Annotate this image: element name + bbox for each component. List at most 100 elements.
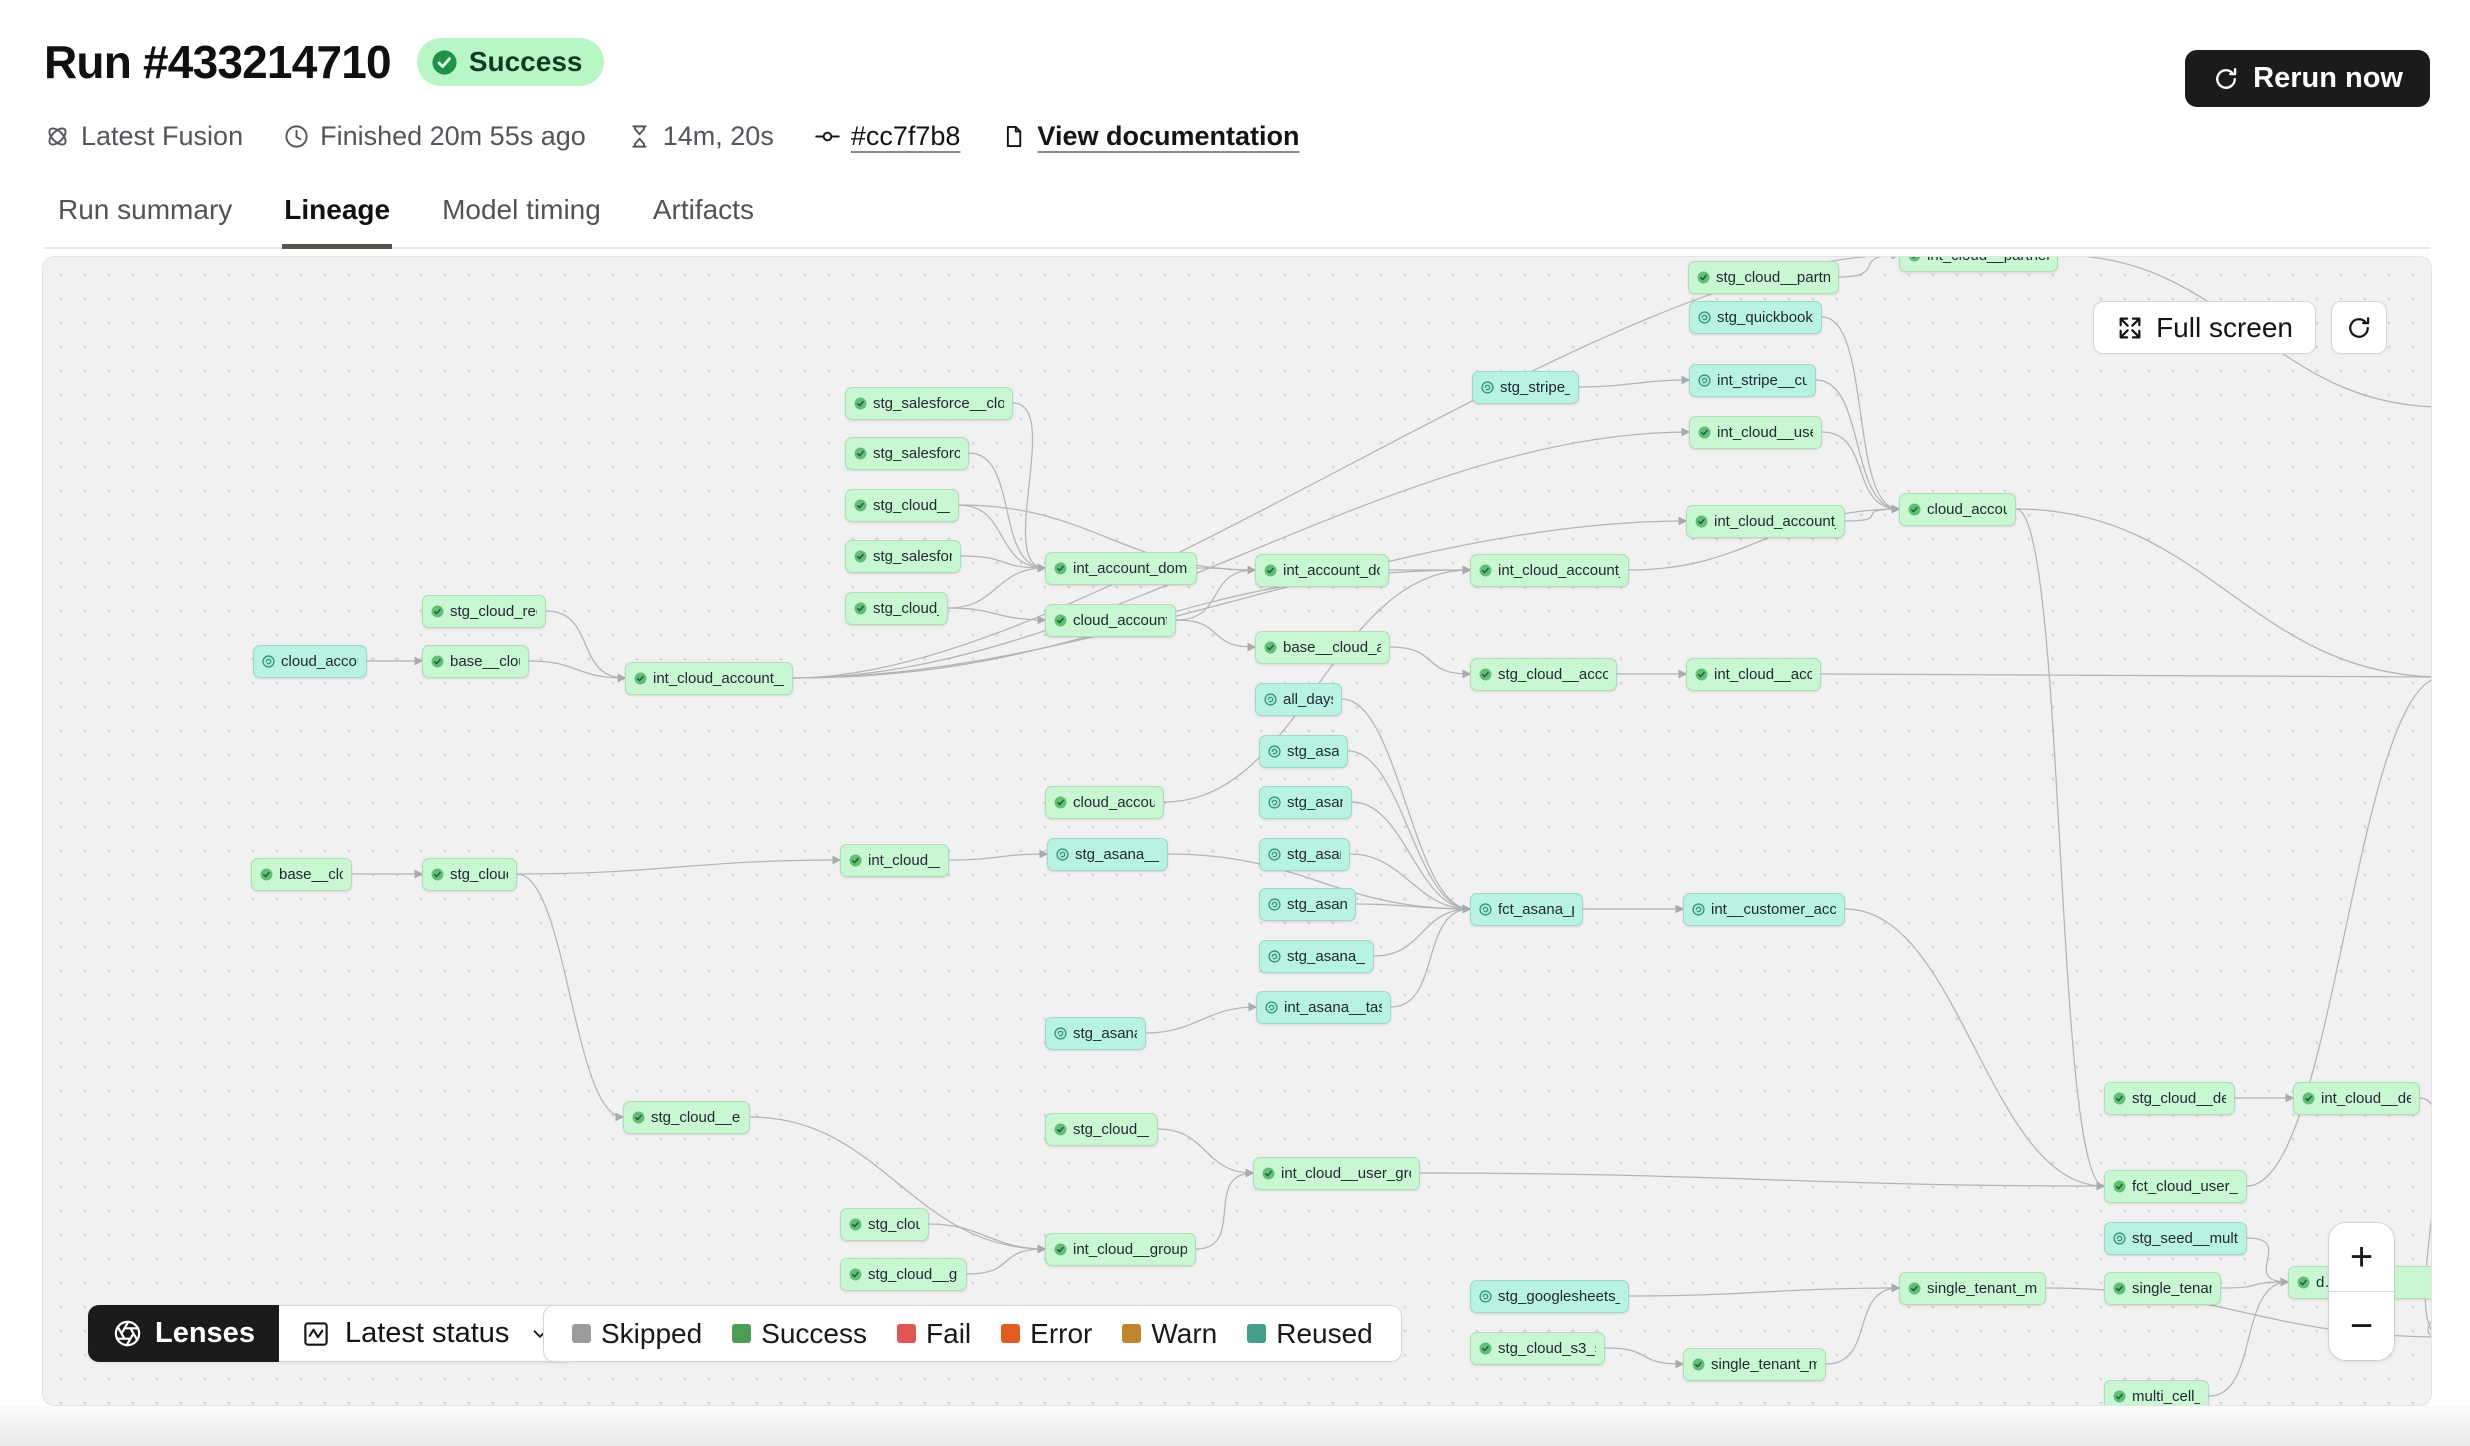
graph-node-label: stg_cloud__us… [1073, 1121, 1149, 1138]
lens-status-dropdown[interactable]: Latest status [279, 1305, 574, 1362]
graph-node-label: int_cloud_account_ma… [1714, 513, 1836, 530]
commit-link[interactable]: #cc7f7b8 [814, 121, 961, 152]
graph-node[interactable]: stg_asana__… [1259, 888, 1356, 921]
legend-swatch [1247, 1324, 1266, 1343]
node-success-icon [1054, 1243, 1067, 1256]
duration-label: 14m, 20s [663, 121, 774, 152]
graph-node[interactable]: base__clou… [251, 858, 352, 891]
graph-node[interactable]: all_days [1255, 683, 1342, 716]
graph-node[interactable]: int_cloud_account__m… [625, 662, 793, 695]
graph-node[interactable]: stg_salesforce… [845, 540, 961, 573]
node-success-icon [854, 602, 867, 615]
graph-node[interactable]: stg_cloud_… [840, 1208, 929, 1241]
graph-node[interactable]: stg_cloud__us… [845, 489, 959, 522]
graph-node[interactable]: stg_cloud__accounts… [1470, 658, 1617, 691]
graph-node-label: stg_asana__… [1287, 896, 1347, 913]
graph-node[interactable]: int_account_dom… [1255, 554, 1389, 587]
graph-node[interactable]: int_account_domain… [1045, 552, 1197, 585]
graph-node-label: stg_cloud__us… [873, 497, 950, 514]
graph-node[interactable]: cloud_account… [1045, 786, 1164, 819]
graph-node[interactable]: base__cloud_acco… [1255, 631, 1390, 664]
graph-node-label: stg_cloud__… [450, 866, 508, 883]
graph-node[interactable]: cloud_accounts_… [1045, 604, 1176, 637]
full-screen-icon [2116, 314, 2144, 342]
graph-node[interactable]: multi_cell_m… [2104, 1380, 2209, 1406]
graph-node[interactable]: stg_googlesheets__sin… [1470, 1280, 1629, 1313]
fusion-knot-icon [44, 123, 71, 150]
graph-node-label: base__cloud_… [450, 653, 520, 670]
tab-artifacts[interactable]: Artifacts [651, 184, 756, 249]
graph-node[interactable]: stg_cloud__devel… [2104, 1082, 2235, 1115]
graph-node-label: int_account_dom… [1283, 562, 1380, 579]
graph-node[interactable]: int_cloud__user_ac… [1689, 416, 1822, 449]
graph-node[interactable]: int_cloud_account_ma… [1470, 554, 1629, 587]
graph-node[interactable]: int_cloud__group_per… [1045, 1233, 1196, 1266]
graph-node-label: stg_asana__… [1073, 1025, 1137, 1042]
tab-lineage[interactable]: Lineage [282, 184, 392, 249]
graph-node[interactable]: cloud_account… [1899, 493, 2016, 526]
tab-run-summary[interactable]: Run summary [56, 184, 234, 249]
fusion-label: Latest Fusion [81, 121, 243, 152]
full-screen-label: Full screen [2156, 312, 2293, 344]
graph-node[interactable]: fct_asana_proj… [1470, 893, 1583, 926]
view-documentation-link[interactable]: View documentation [1000, 121, 1299, 152]
graph-node[interactable]: stg_asana… [1259, 838, 1350, 871]
node-success-icon [1264, 564, 1277, 577]
node-success-icon [431, 868, 444, 881]
graph-node[interactable]: fct_cloud_user_acc… [2104, 1170, 2247, 1203]
graph-node[interactable]: stg_cloud_region… [422, 595, 546, 628]
graph-node[interactable]: stg_cloud_s3_singl… [1470, 1332, 1605, 1365]
node-success-icon [1054, 614, 1067, 627]
run-page: Run #433214710 Success Rerun now [0, 0, 2470, 1446]
graph-node[interactable]: int_cloud__accoun… [1686, 658, 1821, 691]
graph-node[interactable]: int__customer_account… [1683, 893, 1845, 926]
zoom-out-button[interactable]: − [2329, 1292, 2394, 1360]
graph-node[interactable]: cloud_account… [253, 645, 367, 678]
graph-node[interactable]: stg_salesforce__cloud_… [845, 387, 1013, 420]
canvas-refresh-button[interactable] [2331, 301, 2387, 354]
graph-node[interactable]: int_asana__task_s… [1256, 991, 1391, 1024]
graph-node[interactable]: stg_asana__tas… [1047, 838, 1168, 871]
graph-node-label: int_cloud__us… [868, 852, 940, 869]
graph-node-label: stg_seed__multireg… [2132, 1230, 2238, 1247]
graph-node[interactable]: single_tenant_… [2104, 1272, 2221, 1305]
graph-node-label: int_stripe__custo… [1717, 372, 1807, 389]
graph-node[interactable]: int_cloud__us… [840, 844, 949, 877]
full-screen-button[interactable]: Full screen [2093, 301, 2316, 354]
graph-node[interactable]: int_cloud_account_ma… [1686, 505, 1845, 538]
graph-node[interactable]: stg_cloud__… [422, 858, 517, 891]
graph-node-label: base__cloud_acco… [1283, 639, 1381, 656]
rerun-button[interactable]: Rerun now [2185, 50, 2430, 107]
graph-node[interactable]: stg_stripe__c… [1472, 371, 1579, 404]
graph-node[interactable]: int_stripe__custo… [1689, 364, 1816, 397]
lenses-button[interactable]: Lenses [88, 1305, 279, 1362]
graph-node-label: stg_cloud__group… [868, 1266, 958, 1283]
tab-model-timing[interactable]: Model timing [440, 184, 603, 249]
graph-node[interactable]: stg_cloud__group… [840, 1258, 967, 1291]
graph-node[interactable]: stg_salesforce_… [845, 437, 969, 470]
graph-node[interactable]: int_cloud__devel… [2293, 1082, 2420, 1115]
node-reused-icon [1265, 1001, 1278, 1014]
graph-node[interactable]: stg_cloud__email… [623, 1101, 750, 1134]
graph-node[interactable]: stg_asana__… [1045, 1017, 1146, 1050]
node-success-icon [1479, 1342, 1492, 1355]
legend-item-warn: Warn [1122, 1318, 1217, 1350]
graph-node[interactable]: int_cloud__partner_con… [1899, 256, 2058, 272]
graph-node[interactable]: stg_cloud__us… [1045, 1113, 1158, 1146]
graph-node[interactable]: single_tenant_map… [1683, 1348, 1826, 1381]
graph-node[interactable]: int_cloud__user_group… [1253, 1157, 1420, 1190]
graph-node[interactable]: stg_cloud__… [845, 592, 948, 625]
graph-node[interactable]: stg_asana_… [1259, 786, 1352, 819]
zoom-in-button[interactable]: + [2329, 1223, 2394, 1292]
graph-node[interactable]: single_tenant_mapp… [1899, 1272, 2046, 1305]
graph-node[interactable]: stg_cloud__partner_c… [1688, 261, 1839, 294]
graph-node[interactable]: stg_asana… [1259, 735, 1348, 768]
graph-node-label: stg_cloud__partner_c… [1716, 269, 1830, 286]
graph-node-label: stg_stripe__c… [1500, 379, 1570, 396]
graph-node[interactable]: stg_seed__multireg… [2104, 1222, 2247, 1255]
graph-node[interactable]: stg_quickbooks__a… [1689, 301, 1822, 334]
graph-node[interactable]: stg_asana__pr… [1259, 940, 1374, 973]
node-success-icon [1692, 1358, 1705, 1371]
lineage-canvas[interactable]: stg_salesforce__cloud_…stg_salesforce_…s… [42, 256, 2432, 1406]
graph-node[interactable]: base__cloud_… [422, 645, 529, 678]
